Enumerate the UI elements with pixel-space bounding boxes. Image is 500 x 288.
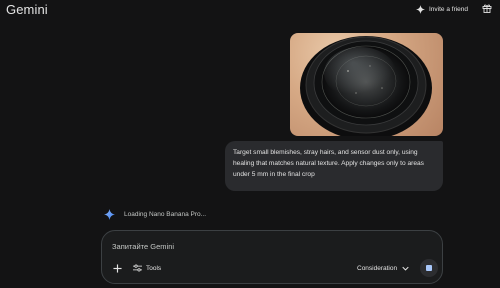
tools-button[interactable]: Tools <box>133 262 161 274</box>
add-attachment-button[interactable] <box>110 261 124 275</box>
loading-text: Loading Nano Banana Pro... <box>124 210 207 218</box>
tools-sliders-icon <box>133 264 142 272</box>
user-message-bubble: Target small blemishes, stray hairs, and… <box>225 141 443 191</box>
chevron-down-icon <box>402 266 409 271</box>
stop-square-icon <box>426 265 432 271</box>
mode-label: Consideration <box>357 264 398 272</box>
invite-friend-button[interactable]: Invite a friend <box>416 3 468 15</box>
plus-icon <box>112 263 122 273</box>
mode-selector[interactable]: Consideration <box>357 262 409 274</box>
app-title: Gemini <box>6 2 48 17</box>
gift-icon <box>482 4 492 13</box>
stop-generation-button[interactable] <box>420 259 438 277</box>
invite-friend-label: Invite a friend <box>429 5 469 13</box>
lens-photo-illustration <box>300 36 432 136</box>
gemini-spark-icon <box>104 208 115 220</box>
tools-label: Tools <box>146 264 162 272</box>
prompt-composer: Tools Consideration <box>101 230 443 284</box>
prompt-input[interactable] <box>112 240 412 252</box>
attached-image-camera-lens[interactable] <box>290 33 443 136</box>
top-bar: Gemini Invite a friend <box>0 0 500 22</box>
sparkle-icon <box>416 4 425 14</box>
model-loading-indicator: Loading Nano Banana Pro... <box>104 208 206 220</box>
gift-button[interactable] <box>480 1 494 15</box>
